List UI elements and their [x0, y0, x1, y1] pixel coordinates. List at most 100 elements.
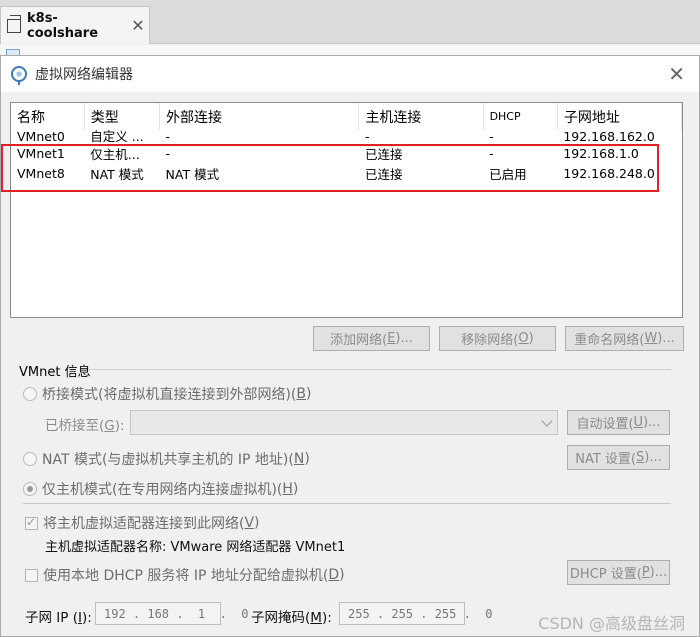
nat-mode-key: N — [293, 451, 305, 467]
bridged-to-select[interactable] — [130, 410, 558, 435]
column-header-host[interactable]: 主机连接 — [358, 103, 484, 130]
bridged-to-text: 已桥接至( — [45, 418, 105, 434]
cell-name: VMnet8 — [17, 165, 65, 181]
dhcp-checkbox[interactable]: 使用本地 DHCP 服务将 IP 地址分配给虚拟机(D) — [25, 565, 345, 585]
adapter-name-text: 主机虚拟适配器名称: VMware 网络适配器 VMnet1 — [45, 540, 346, 555]
bridge-mode-suffix: ) — [306, 386, 312, 402]
subnet-mask-text: 子网掩码( — [251, 610, 311, 626]
nat-mode-label: NAT 模式(与虚拟机共享主机的 IP 地址)( — [42, 452, 294, 468]
cell-dhcp: - — [489, 146, 494, 162]
dialog-titlebar: 虚拟网络编辑器 ✕ — [1, 56, 699, 92]
group-divider — [89, 369, 671, 370]
rename-network-key: W — [644, 331, 658, 346]
radio-selected-icon — [23, 482, 37, 496]
host-only-key: H — [282, 481, 293, 497]
table-row[interactable]: VMnet8 NAT 模式 NAT 模式 已连接 已启用 192.168.248… — [11, 164, 682, 184]
cell-host: 已连接 — [364, 147, 403, 163]
dhcp-settings-button[interactable]: DHCP 设置(P)... — [567, 560, 670, 585]
nat-settings-button[interactable]: NAT 设置(S)... — [567, 445, 670, 470]
network-list-header: 名称 类型 外部连接 主机连接 DHCP 子网地址 — [11, 103, 683, 130]
cell-subnet: 192.168.162.0 — [563, 130, 655, 144]
checkbox-icon — [25, 568, 38, 582]
cell-host: - — [364, 130, 370, 144]
table-row[interactable]: VMnet0 自定义 ... - - - 192.168.162.0 — [11, 130, 682, 144]
watermark: CSDN @高级盘丝洞 — [538, 614, 685, 633]
radio-icon — [23, 387, 37, 401]
app-tab[interactable]: k8s-coolshare ✕ — [0, 6, 150, 44]
column-header-type[interactable]: 类型 — [84, 103, 161, 130]
dhcp-suffix: ) — [339, 567, 345, 583]
host-only-radio[interactable]: 仅主机模式(在专用网络内连接虚拟机)(H) — [23, 479, 298, 499]
cell-type: 仅主机... — [90, 147, 140, 163]
nat-mode-suffix: ) — [304, 451, 310, 467]
app-tab-title: k8s-coolshare — [27, 10, 99, 41]
auto-settings-label: 自动设置( — [576, 417, 634, 432]
host-only-label: 仅主机模式(在专用网络内连接虚拟机)( — [42, 482, 283, 498]
auto-settings-button[interactable]: 自动设置(U)... — [567, 410, 670, 435]
add-network-label: 添加网络( — [330, 333, 388, 348]
nat-mode-radio[interactable]: NAT 模式(与虚拟机共享主机的 IP 地址)(N) — [23, 449, 310, 469]
column-header-name[interactable]: 名称 — [11, 103, 85, 130]
add-network-key: E — [387, 331, 396, 346]
dhcp-settings-key: P — [641, 565, 650, 580]
cell-name: VMnet0 — [17, 130, 65, 144]
add-network-button[interactable]: 添加网络(E)... — [313, 326, 430, 351]
checkbox-checked-icon — [25, 515, 38, 530]
app-tab-strip: k8s-coolshare ✕ — [0, 0, 700, 44]
cell-type: NAT 模式 — [90, 166, 144, 182]
subnet-ip-input[interactable]: 192 . 168 . 1 . 0 — [95, 602, 249, 625]
column-header-external[interactable]: 外部连接 — [159, 103, 360, 130]
rename-network-label: 重命名网络( — [574, 333, 645, 348]
vmnet-info-label: VMnet 信息 — [19, 365, 91, 380]
cell-host: 已连接 — [364, 166, 403, 182]
rename-network-button[interactable]: 重命名网络(W)... — [565, 326, 684, 351]
remove-network-button[interactable]: 移除网络(O) — [439, 326, 556, 351]
bridged-to-suffix: ): — [114, 418, 125, 434]
dhcp-settings-label: DHCP 设置( — [569, 567, 642, 582]
subnet-mask-input[interactable]: 255 . 255 . 255 . 0 — [339, 602, 493, 625]
remove-network-label: 移除网络( — [461, 333, 519, 348]
cell-type: 自定义 ... — [90, 130, 144, 144]
cell-subnet: 192.168.1.0 — [563, 146, 639, 162]
bridged-to-label: 已桥接至(G): — [45, 414, 125, 434]
dialog-title: 虚拟网络编辑器 — [35, 67, 133, 83]
close-icon[interactable]: ✕ — [127, 16, 149, 35]
dialog-close-icon[interactable]: ✕ — [668, 62, 685, 86]
subnet-ip-label: 子网 IP (I): — [25, 606, 92, 626]
add-network-suffix: )... — [395, 331, 413, 346]
connect-adapter-label: 将主机虚拟适配器连接到此网络( — [43, 516, 245, 532]
subnet-ip-suffix: ): — [81, 610, 92, 626]
column-header-dhcp[interactable]: DHCP — [483, 103, 558, 130]
cell-subnet: 192.168.248.0 — [563, 165, 655, 181]
network-list[interactable]: 名称 类型 外部连接 主机连接 DHCP 子网地址 VMnet0 自定义 ...… — [10, 102, 683, 318]
network-globe-icon — [11, 66, 27, 85]
subnet-mask-key: M — [310, 610, 322, 626]
rename-network-suffix: )... — [657, 331, 675, 346]
connect-adapter-checkbox[interactable]: 将主机虚拟适配器连接到此网络(V) — [25, 513, 260, 533]
nat-settings-suffix: )... — [644, 450, 662, 465]
column-header-subnet[interactable]: 子网地址 — [557, 103, 683, 130]
virtual-network-editor-dialog: 虚拟网络编辑器 ✕ 名称 类型 外部连接 主机连接 DHCP 子网地址 VMne… — [0, 55, 700, 637]
subnet-mask-label: 子网掩码(M): — [251, 606, 332, 626]
remove-network-suffix: ) — [528, 331, 534, 346]
vm-tab-icon — [7, 14, 21, 33]
cell-dhcp: 已启用 — [489, 166, 527, 182]
auto-settings-suffix: )... — [643, 415, 661, 430]
cell-external: - — [165, 130, 171, 144]
subnet-mask-suffix: ): — [321, 610, 332, 626]
cell-name: VMnet1 — [17, 146, 65, 162]
bridge-mode-key: B — [296, 386, 306, 402]
connect-adapter-key: V — [244, 515, 255, 531]
connect-adapter-suffix: ) — [254, 515, 260, 531]
chevron-down-icon — [541, 415, 553, 427]
background-toolbar — [0, 45, 700, 59]
bridge-mode-radio[interactable]: 桥接模式(将虚拟机直接连接到外部网络)(B) — [23, 384, 311, 404]
radio-icon — [23, 452, 37, 466]
host-only-suffix: ) — [292, 481, 299, 497]
table-row[interactable]: VMnet1 仅主机... - 已连接 - 192.168.1.0 — [11, 144, 682, 164]
remove-network-key: O — [518, 331, 529, 346]
subnet-ip-text: 子网 IP ( — [25, 610, 78, 626]
cell-external: - — [165, 146, 171, 162]
dhcp-label: 使用本地 DHCP 服务将 IP 地址分配给虚拟机( — [43, 568, 329, 584]
dhcp-settings-suffix: )... — [649, 565, 668, 580]
